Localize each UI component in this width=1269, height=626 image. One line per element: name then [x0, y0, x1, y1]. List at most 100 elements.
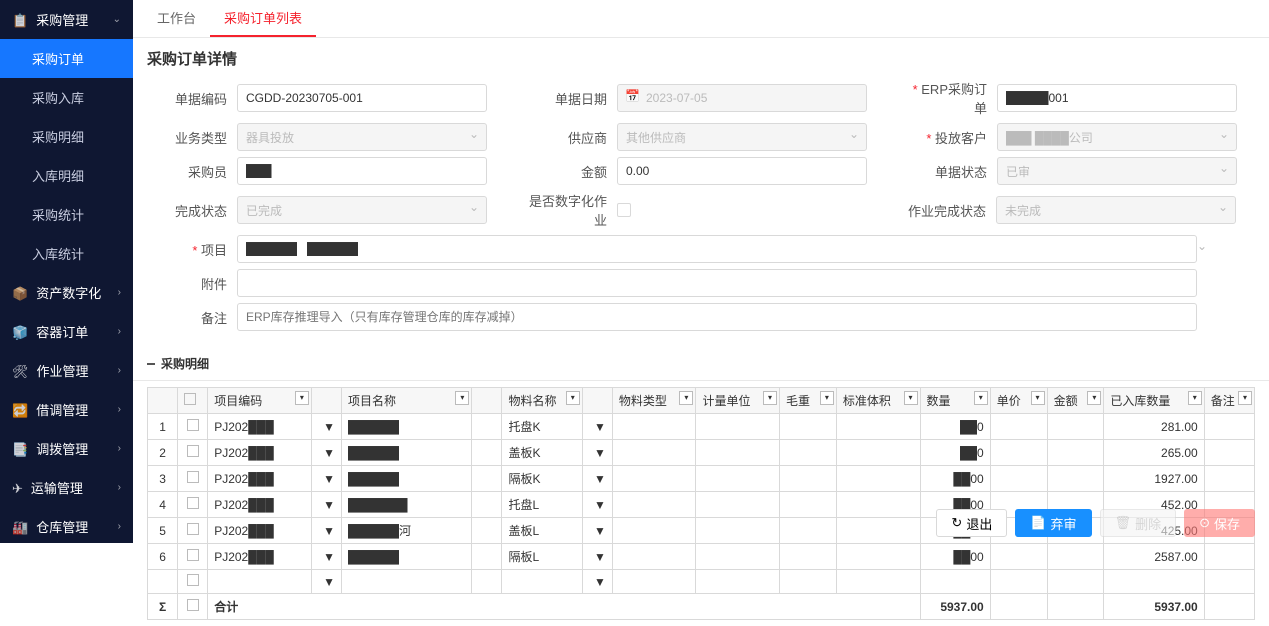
dropdown-icon[interactable]: ▼ [594, 550, 606, 564]
filter-button[interactable]: ▾ [820, 391, 834, 405]
sidebar-group[interactable]: 🧊容器订单› [0, 312, 133, 351]
sidebar-item[interactable]: 采购统计 [0, 195, 133, 234]
col-header [582, 388, 612, 414]
instock-cell: 281.00 [1104, 414, 1204, 440]
total-qty: 5937.00 [920, 594, 990, 620]
filter-button[interactable]: ▾ [1031, 391, 1045, 405]
customer-select[interactable] [997, 123, 1237, 151]
supplier-select[interactable] [617, 123, 867, 151]
remark-input[interactable] [237, 303, 1197, 331]
sidebar-group[interactable]: ✈运输管理› [0, 468, 133, 507]
sidebar-icon: 🏭 [12, 520, 28, 535]
row-checkbox[interactable] [187, 549, 199, 561]
project-select[interactable] [237, 235, 1197, 263]
sidebar-group[interactable]: 🛠作业管理› [0, 351, 133, 390]
bill-code-input[interactable] [237, 84, 487, 112]
filter-button[interactable]: ▾ [455, 391, 469, 405]
erp-order-input[interactable] [997, 84, 1237, 112]
sidebar-item[interactable]: 采购入库 [0, 78, 133, 117]
proj-code-cell: PJ202███ [208, 492, 312, 518]
sidebar-item[interactable]: 入库明细 [0, 156, 133, 195]
dropdown-icon[interactable]: ▼ [323, 575, 335, 589]
table-row[interactable]: 2 PJ202███ ▼ ██████ 盖板K ▼ ██0 265.00 [148, 440, 1255, 466]
dropdown-icon[interactable]: ▼ [594, 446, 606, 460]
filter-button[interactable]: ▾ [566, 391, 580, 405]
sidebar-group[interactable]: 🏭仓库管理› [0, 507, 133, 543]
sidebar-group-label: 作业管理 [37, 364, 89, 379]
filter-button[interactable]: ▾ [1188, 391, 1202, 405]
filter-button[interactable]: ▾ [295, 391, 309, 405]
sidebar-group[interactable]: 📦资产数字化› [0, 273, 133, 312]
table-row[interactable]: 6 PJ202███ ▼ ██████ 隔板L ▼ ██00 2587.00 [148, 544, 1255, 570]
col-header [311, 388, 341, 414]
row-checkbox[interactable] [187, 419, 199, 431]
qty-cell: ██00 [920, 466, 990, 492]
filter-button[interactable]: ▾ [1238, 391, 1252, 405]
save-icon: ⊙ [1199, 515, 1210, 531]
dropdown-icon[interactable]: ▼ [594, 498, 606, 512]
sidebar-group[interactable]: 🔁借调管理› [0, 390, 133, 429]
supplier-label: 供应商 [527, 128, 617, 147]
amount-input[interactable] [617, 157, 867, 185]
abandon-audit-button[interactable]: 📄弃审 [1015, 509, 1091, 537]
finish-status-select[interactable] [237, 196, 487, 224]
delete-button[interactable]: 🗑删除 [1100, 509, 1177, 537]
dropdown-icon[interactable]: ▼ [594, 472, 606, 486]
row-checkbox[interactable] [187, 445, 199, 457]
dropdown-icon[interactable]: ▼ [323, 524, 335, 538]
biz-type-select[interactable] [237, 123, 487, 151]
action-bar: ↻退出 📄弃审 🗑删除 ⊙保存 [936, 509, 1255, 537]
row-checkbox[interactable] [187, 471, 199, 483]
footer-checkbox[interactable] [187, 599, 199, 611]
sidebar-item[interactable]: 入库统计 [0, 234, 133, 273]
dropdown-icon[interactable]: ▼ [594, 524, 606, 538]
sidebar-group[interactable]: 📋采购管理⌄ [0, 0, 133, 39]
table-row[interactable]: 1 PJ202███ ▼ ██████ 托盘K ▼ ██0 281.00 [148, 414, 1255, 440]
dropdown-icon[interactable]: ▼ [323, 498, 335, 512]
sidebar-item[interactable]: 采购明细 [0, 117, 133, 156]
dropdown-icon[interactable]: ▼ [323, 550, 335, 564]
row-checkbox[interactable] [187, 523, 199, 535]
instock-cell: 2587.00 [1104, 544, 1204, 570]
job-finish-select[interactable] [996, 196, 1236, 224]
filter-button[interactable]: ▾ [904, 391, 918, 405]
dropdown-icon[interactable]: ▼ [323, 446, 335, 460]
sidebar-group[interactable]: 📑调拨管理› [0, 429, 133, 468]
row-checkbox[interactable] [187, 574, 199, 586]
dropdown-icon[interactable]: ▼ [594, 575, 606, 589]
mat-name-cell: 托盘K [502, 414, 582, 440]
save-button[interactable]: ⊙保存 [1184, 509, 1255, 537]
project-label: 项目 [147, 240, 237, 259]
page-title: 采购订单详情 [133, 38, 1269, 79]
dropdown-icon[interactable]: ▼ [323, 472, 335, 486]
col-header: 物料类型▾ [612, 388, 696, 414]
col-header: 已入库数量▾ [1104, 388, 1204, 414]
filter-button[interactable]: ▾ [679, 391, 693, 405]
bill-status-select[interactable] [997, 157, 1237, 185]
tab[interactable]: 采购订单列表 [210, 0, 316, 37]
dropdown-icon[interactable]: ▼ [594, 420, 606, 434]
filter-button[interactable]: ▾ [1087, 391, 1101, 405]
bill-date-input[interactable] [617, 84, 867, 112]
exit-button[interactable]: ↻退出 [936, 509, 1007, 537]
filter-button[interactable]: ▾ [974, 391, 988, 405]
amount-label: 金额 [527, 162, 617, 181]
dropdown-icon[interactable]: ▼ [323, 420, 335, 434]
table-row[interactable]: 3 PJ202███ ▼ ██████ 隔板K ▼ ██00 1927.00 [148, 466, 1255, 492]
col-header: 备注▾ [1204, 388, 1254, 414]
bill-status-label: 单据状态 [907, 162, 997, 181]
table-row-empty[interactable]: ▼▼ [148, 570, 1255, 594]
attach-input[interactable] [237, 269, 1197, 297]
chevron-icon: › [118, 404, 121, 415]
row-checkbox[interactable] [187, 497, 199, 509]
sidebar-item[interactable]: 采购订单 [0, 39, 133, 78]
buyer-input[interactable] [237, 157, 487, 185]
row-index: 2 [148, 440, 178, 466]
col-header [178, 388, 208, 414]
col-header: 计量单位▾ [696, 388, 780, 414]
tab[interactable]: 工作台 [143, 0, 210, 37]
filter-button[interactable]: ▾ [763, 391, 777, 405]
digital-checkbox[interactable] [617, 203, 631, 217]
sidebar-group-label: 调拨管理 [36, 442, 88, 457]
header-checkbox[interactable] [184, 393, 196, 405]
